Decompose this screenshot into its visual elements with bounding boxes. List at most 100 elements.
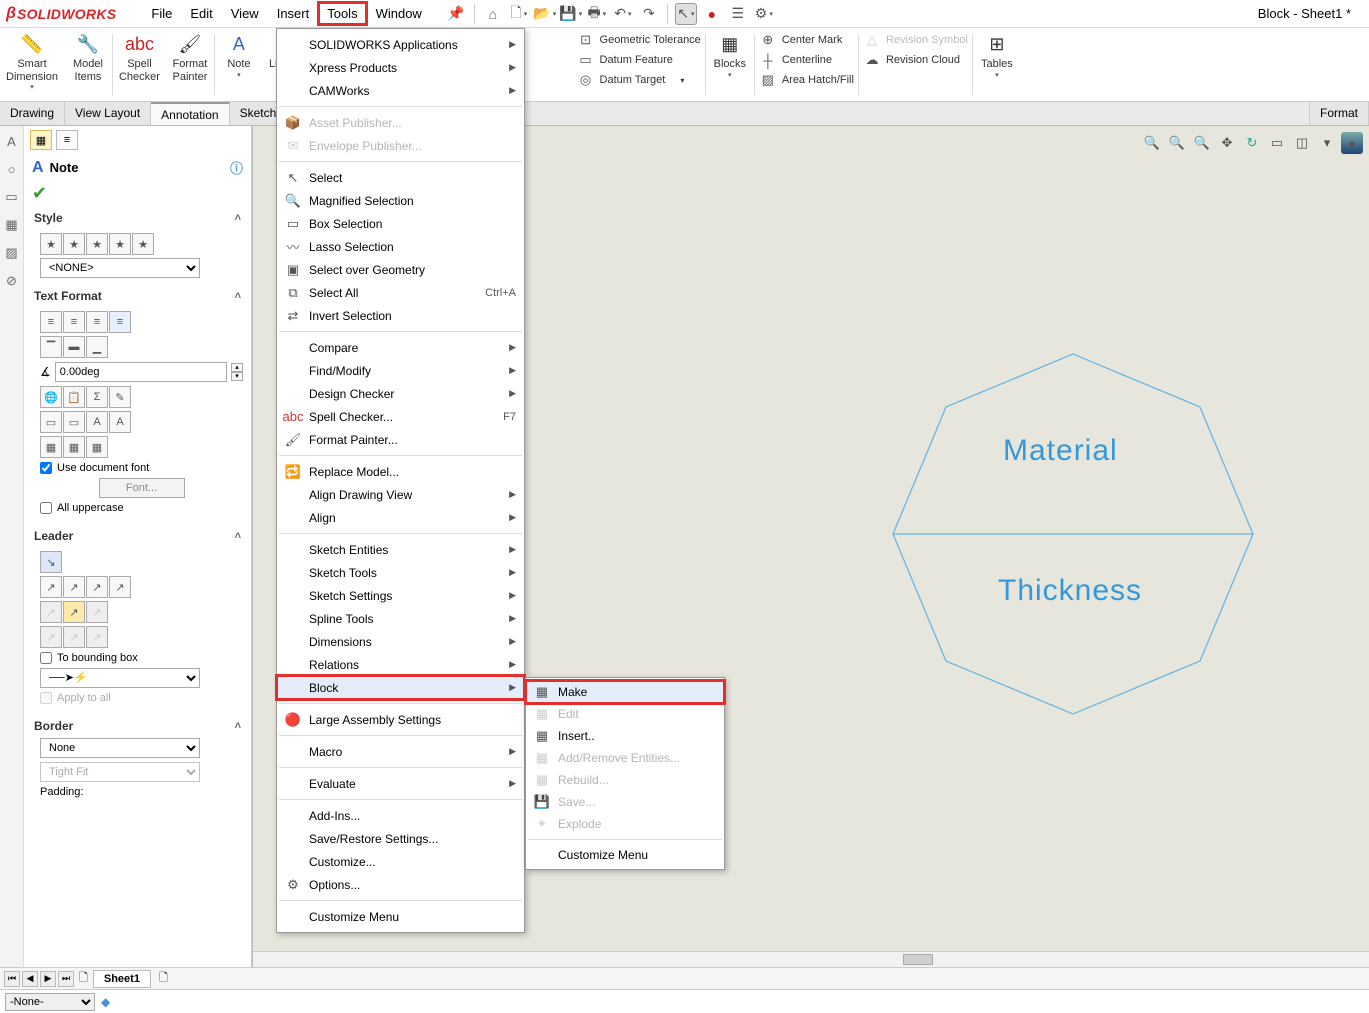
menu-format-painter[interactable]: 🖌Format Painter... xyxy=(277,428,524,451)
textformat-header[interactable]: Text Format˄ xyxy=(24,284,251,306)
menu-select-all[interactable]: ⧉Select AllCtrl+A xyxy=(277,281,524,304)
style-del-icon[interactable]: ★ xyxy=(86,233,108,255)
tab-view-layout[interactable]: View Layout xyxy=(65,102,151,125)
menu-sketch-settings[interactable]: Sketch Settings▶ xyxy=(277,584,524,607)
menu-evaluate[interactable]: Evaluate▶ xyxy=(277,772,524,795)
misc2-icon[interactable]: ▦ xyxy=(63,436,85,458)
rebuild-icon[interactable]: ● xyxy=(701,3,723,25)
angle-up[interactable]: ▴ xyxy=(231,363,243,372)
menu-camworks[interactable]: CAMWorks▶ xyxy=(277,79,524,102)
spell-checker-button[interactable]: abcSpellChecker xyxy=(113,28,166,101)
sheet-first-icon[interactable]: ⏮ xyxy=(4,971,20,987)
use-document-font-check[interactable] xyxy=(40,462,52,474)
flyout-dims-icon[interactable]: ▭ xyxy=(3,188,21,206)
panel-tab-feature[interactable]: ▦ xyxy=(30,130,52,150)
valign-top-icon[interactable]: ▔ xyxy=(40,336,62,358)
menu-magnified-selection[interactable]: 🔍Magnified Selection xyxy=(277,189,524,212)
menu-compare[interactable]: Compare▶ xyxy=(277,336,524,359)
display-style-icon[interactable]: ▭ xyxy=(1266,132,1288,154)
menu-design-checker[interactable]: Design Checker▶ xyxy=(277,382,524,405)
menu-save-restore[interactable]: Save/Restore Settings... xyxy=(277,827,524,850)
menu-macro[interactable]: Macro▶ xyxy=(277,740,524,763)
menu-block[interactable]: Block▶ xyxy=(277,676,524,699)
style-save-icon[interactable]: ★ xyxy=(132,233,154,255)
view-cube-icon[interactable]: ◫ xyxy=(1291,132,1313,154)
layer-select[interactable]: -None- xyxy=(5,993,95,1011)
sheet-tab[interactable]: Sheet1 xyxy=(93,970,151,988)
panel-tab-list[interactable]: ≡ xyxy=(56,130,78,150)
menu-tools[interactable]: Tools xyxy=(318,2,366,25)
angle-input[interactable] xyxy=(55,362,227,382)
tables-button[interactable]: ⊞Tables xyxy=(973,28,1021,101)
menu-options[interactable]: ⚙Options... xyxy=(277,873,524,896)
menu-addins[interactable]: Add-Ins... xyxy=(277,804,524,827)
add-sheet-icon[interactable]: 🗋 xyxy=(159,969,168,988)
valign-bot-icon[interactable]: ▁ xyxy=(86,336,108,358)
style-add-icon[interactable]: ★ xyxy=(63,233,85,255)
zoom-prev-icon[interactable]: 🔍 xyxy=(1191,132,1213,154)
to-bounding-box-check[interactable] xyxy=(40,652,52,664)
menu-box-selection[interactable]: ▭Box Selection xyxy=(277,212,524,235)
prop-icon[interactable]: 📋 xyxy=(63,386,85,408)
menu-file[interactable]: File xyxy=(142,2,181,25)
datum-target-button[interactable]: ◎Datum Target▾ xyxy=(577,71,701,89)
annotation-material[interactable]: Material xyxy=(1003,434,1118,468)
revision-cloud-button[interactable]: ☁Revision Cloud xyxy=(863,51,968,69)
menu-insert[interactable]: Insert xyxy=(268,2,319,25)
submenu-insert[interactable]: ▦Insert.. xyxy=(526,725,724,747)
menu-customize-menu[interactable]: Customize Menu xyxy=(277,905,524,928)
blocks-button[interactable]: ▦Blocks xyxy=(706,28,754,101)
tbl-icon[interactable]: ▭ xyxy=(63,411,85,433)
sheet-last-icon[interactable]: ⏭ xyxy=(58,971,74,987)
aA-icon[interactable]: A xyxy=(86,411,108,433)
ldr4-icon[interactable]: ↗ xyxy=(109,576,131,598)
horizontal-scrollbar[interactable] xyxy=(253,951,1369,967)
sheet-prev-icon[interactable]: ◀ xyxy=(22,971,38,987)
note-button[interactable]: ANote xyxy=(215,28,263,101)
menu-sw-apps[interactable]: SOLIDWORKS Applications▶ xyxy=(277,33,524,56)
annotation-thickness[interactable]: Thickness xyxy=(998,574,1142,608)
menu-sketch-entities[interactable]: Sketch Entities▶ xyxy=(277,538,524,561)
ldr1-icon[interactable]: ↗ xyxy=(40,576,62,598)
menu-invert-selection[interactable]: ⇄Invert Selection xyxy=(277,304,524,327)
style-fav-icon[interactable]: ★ xyxy=(40,233,62,255)
tab-annotation[interactable]: Annotation xyxy=(151,102,229,125)
submenu-make[interactable]: ▦Make xyxy=(526,681,724,703)
render-mode-icon[interactable]: ● xyxy=(1341,132,1363,154)
save-icon[interactable]: 💾 xyxy=(560,3,582,25)
geometric-tolerance-button[interactable]: ⊡Geometric Tolerance xyxy=(577,31,701,49)
menu-view[interactable]: View xyxy=(222,2,268,25)
menu-align-drawing-view[interactable]: Align Drawing View▶ xyxy=(277,483,524,506)
angle-down[interactable]: ▾ xyxy=(231,372,243,381)
refresh-view-icon[interactable]: ↻ xyxy=(1241,132,1263,154)
layer-icon[interactable]: ◆ xyxy=(101,995,110,1009)
menu-edit[interactable]: Edit xyxy=(181,2,221,25)
menu-xpress[interactable]: Xpress Products▶ xyxy=(277,56,524,79)
pin-icon[interactable]: 📌 xyxy=(445,3,467,25)
new-doc-icon[interactable]: 🗋 xyxy=(508,3,530,25)
col-icon[interactable]: ▭ xyxy=(40,411,62,433)
style-select[interactable]: <NONE> xyxy=(40,258,200,278)
flyout-block-icon[interactable]: ▦ xyxy=(3,216,21,234)
smart-dimension-button[interactable]: 📏SmartDimension xyxy=(0,28,64,101)
menu-select-over-geometry[interactable]: ▣Select over Geometry xyxy=(277,258,524,281)
tab-drawing[interactable]: Drawing xyxy=(0,102,65,125)
menu-align[interactable]: Align▶ xyxy=(277,506,524,529)
format-painter-button[interactable]: 🖌FormatPainter xyxy=(166,28,214,101)
centerline-button[interactable]: ┼Centerline xyxy=(759,51,854,69)
menu-lasso-selection[interactable]: 〰Lasso Selection xyxy=(277,235,524,258)
flyout-tol-icon[interactable]: ⊘ xyxy=(3,272,21,290)
valign-mid-icon[interactable]: ▬ xyxy=(63,336,85,358)
settings-gear-icon[interactable]: ⚙ xyxy=(753,3,775,25)
display-dd-icon[interactable]: ▾ xyxy=(1316,132,1338,154)
align-justify-icon[interactable]: ≡ xyxy=(109,311,131,333)
link-icon[interactable]: 🌐 xyxy=(40,386,62,408)
align-left-icon[interactable]: ≡ xyxy=(40,311,62,333)
align-right-icon[interactable]: ≡ xyxy=(86,311,108,333)
datum-feature-button[interactable]: ▭Datum Feature xyxy=(577,51,701,69)
style-header[interactable]: Style˄ xyxy=(24,206,251,228)
undo-icon[interactable]: ↶ xyxy=(612,3,634,25)
leader-header[interactable]: Leader˄ xyxy=(24,524,251,546)
home-icon[interactable]: ⌂ xyxy=(482,3,504,25)
pan-icon[interactable]: ✥ xyxy=(1216,132,1238,154)
